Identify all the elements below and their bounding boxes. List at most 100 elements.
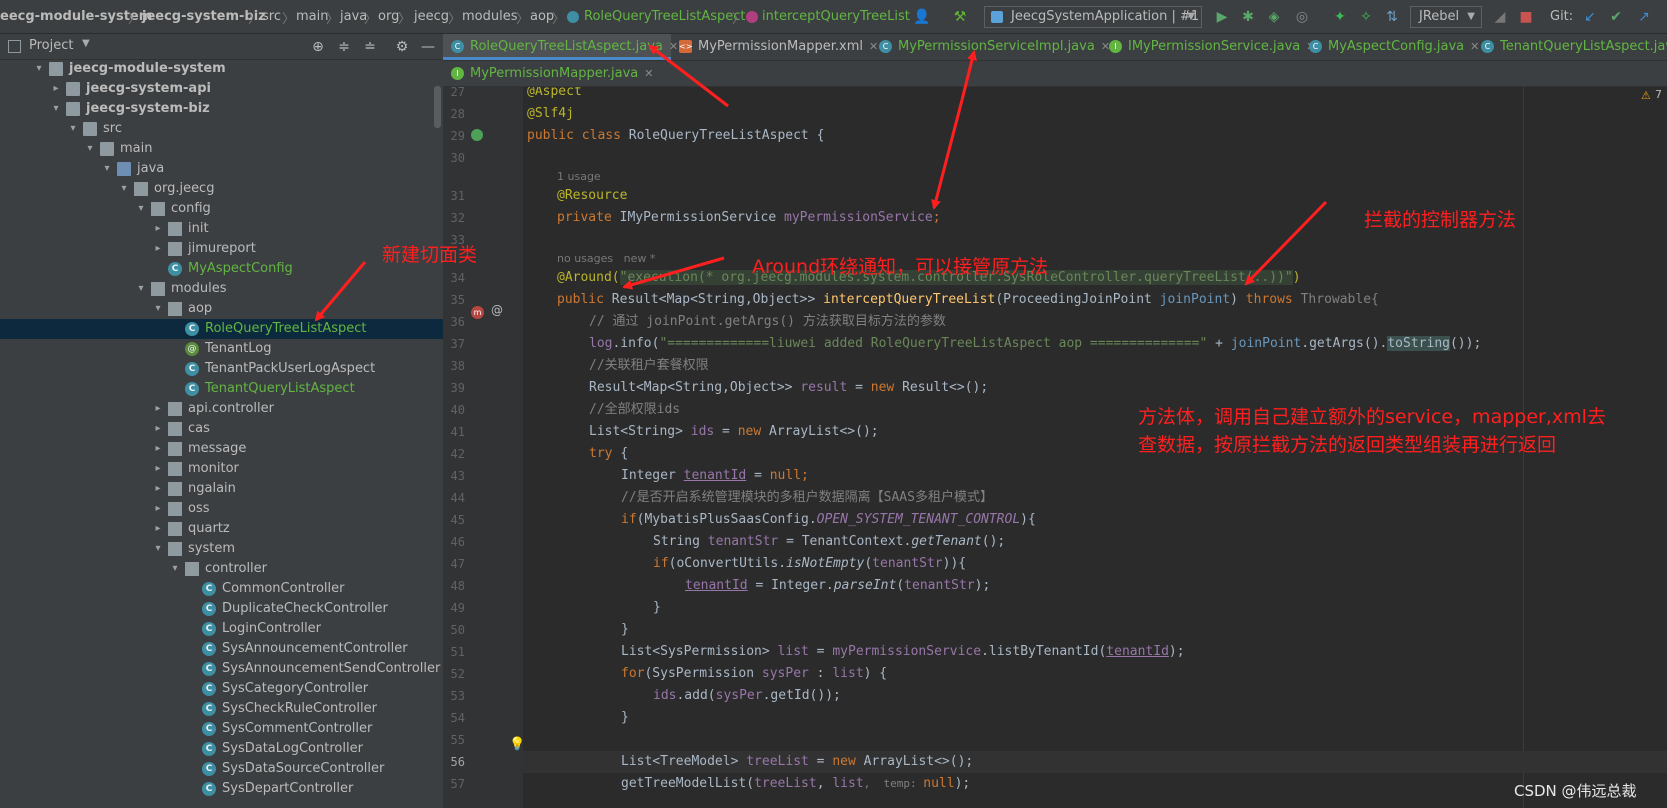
jrebel-debug-icon[interactable]: ✧ <box>1356 7 1376 27</box>
chevron-down-icon[interactable]: ▾ <box>152 299 164 319</box>
tree-item[interactable]: C TenantQueryListAspect <box>0 379 443 399</box>
chevron-down-icon[interactable]: ▾ <box>84 139 96 159</box>
tree-item[interactable]: C RoleQueryTreeListAspect <box>0 319 443 339</box>
editor-tab[interactable]: C MyAspectConfig.java ✕ <box>1301 34 1479 60</box>
collapse-all-icon[interactable]: ≐ <box>360 37 380 57</box>
project-panel-title[interactable]: Project <box>29 38 73 53</box>
tree-item[interactable]: ▸ quartz <box>0 519 443 539</box>
run-configuration-select[interactable]: JeecgSystemApplication | #1 ▼ <box>984 6 1202 28</box>
chevron-down-icon[interactable]: ▾ <box>101 159 113 179</box>
editor-tab[interactable]: C MyPermissionServiceImpl.java ✕ <box>871 34 1110 60</box>
build-hammer-icon[interactable]: ⚒ <box>950 7 970 27</box>
tree-item[interactable]: C DuplicateCheckController <box>0 599 443 619</box>
tree-item[interactable]: C MyAspectConfig <box>0 259 443 279</box>
chevron-down-icon[interactable]: ▾ <box>118 179 130 199</box>
tree-item[interactable]: ▾ modules <box>0 279 443 299</box>
tree-item[interactable]: @ TenantLog <box>0 339 443 359</box>
tree-item[interactable]: ▸ api.controller <box>0 399 443 419</box>
tree-item[interactable]: ▸ ngalain <box>0 479 443 499</box>
tree-item[interactable]: ▸ monitor <box>0 459 443 479</box>
close-icon[interactable]: ✕ <box>644 67 653 80</box>
chevron-down-icon[interactable]: ▾ <box>135 199 147 219</box>
breadcrumb-item[interactable]: RoleQueryTreeListAspect <box>584 9 746 24</box>
tree-item[interactable]: ▾ src <box>0 119 443 139</box>
chevron-right-icon[interactable]: ▸ <box>152 439 164 459</box>
annotation-gutter-icon[interactable]: @ <box>491 303 503 317</box>
jrebel-select[interactable]: JRebel ▼ <box>1410 6 1482 28</box>
tree-item[interactable]: C SysAnnouncementSendController <box>0 659 443 679</box>
tree-item[interactable]: ▾ org.jeecg <box>0 179 443 199</box>
chevron-down-icon[interactable]: ▾ <box>67 119 79 139</box>
chevron-right-icon[interactable]: ▸ <box>152 519 164 539</box>
git-push-icon[interactable]: ↗ <box>1634 7 1654 27</box>
advice-gutter-icon[interactable]: m <box>471 306 484 319</box>
chevron-down-icon[interactable]: ▾ <box>169 559 181 579</box>
editor-tab[interactable]: CTenantQueryListAspect.java✕ <box>1473 34 1667 60</box>
tree-item[interactable]: ▾ jeecg-system-biz <box>0 99 443 119</box>
breadcrumb-item[interactable]: org <box>378 9 399 24</box>
tree-item[interactable]: C SysCategoryController <box>0 679 443 699</box>
minimize-icon[interactable]: — <box>418 37 438 57</box>
tree-item[interactable]: C TenantPackUserLogAspect <box>0 359 443 379</box>
tree-item[interactable]: ▾ controller <box>0 559 443 579</box>
tree-item[interactable]: C CommonController <box>0 579 443 599</box>
chevron-right-icon[interactable]: ▸ <box>152 459 164 479</box>
tree-item[interactable]: C SysDataSourceController <box>0 759 443 779</box>
attach-debugger-icon[interactable]: ◢ <box>1490 7 1510 27</box>
chevron-right-icon[interactable]: ▸ <box>152 239 164 259</box>
editor-tab[interactable]: IIMyPermissionService.java✕ <box>1101 34 1316 60</box>
warning-icon[interactable]: ⚠ <box>1641 89 1651 102</box>
chevron-right-icon[interactable]: ▸ <box>152 419 164 439</box>
tree-item[interactable]: ▸ jimureport <box>0 239 443 259</box>
breadcrumb-item[interactable]: aop <box>530 9 554 24</box>
chevron-down-icon[interactable]: ▾ <box>152 539 164 559</box>
chevron-down-icon[interactable]: ▾ <box>50 99 62 119</box>
tree-item[interactable]: ▾ config <box>0 199 443 219</box>
editor-tab[interactable]: <> MyPermissionMapper.xml ✕ <box>671 34 878 60</box>
chevron-right-icon[interactable]: ▸ <box>152 219 164 239</box>
spring-bean-gutter-icon[interactable] <box>471 129 483 141</box>
tree-item[interactable]: C SysAnnouncementController <box>0 639 443 659</box>
tree-scrollbar[interactable] <box>434 86 441 128</box>
expand-all-icon[interactable]: ≑ <box>334 37 354 57</box>
chevron-right-icon[interactable]: ▸ <box>50 79 62 99</box>
gear-icon[interactable]: ⚙ <box>392 37 412 57</box>
chevron-down-icon[interactable]: ▾ <box>135 279 147 299</box>
tree-item[interactable]: ▸ oss <box>0 499 443 519</box>
tree-item[interactable]: ▾ jeecg-module-system <box>0 60 443 79</box>
tree-item[interactable]: ▸ cas <box>0 419 443 439</box>
chevron-right-icon[interactable]: ▸ <box>152 479 164 499</box>
breadcrumb-item[interactable]: src <box>262 9 281 24</box>
locate-file-icon[interactable]: ⊕ <box>308 37 328 57</box>
update-icon[interactable]: ⇅ <box>1382 7 1402 27</box>
tree-item[interactable]: C SysDepartController <box>0 779 443 799</box>
usage-hint[interactable]: no usages new * <box>557 251 655 267</box>
user-icon[interactable]: 👤 <box>912 7 932 27</box>
tree-item[interactable]: C SysCommentController <box>0 719 443 739</box>
tree-item[interactable]: ▾ java <box>0 159 443 179</box>
git-update-icon[interactable]: ↙ <box>1580 7 1600 27</box>
git-commit-icon[interactable]: ✔ <box>1606 7 1626 27</box>
usage-hint[interactable]: 1 usage <box>557 169 601 185</box>
stop-icon[interactable]: ■ <box>1516 7 1536 27</box>
tree-item[interactable]: ▾ system <box>0 539 443 559</box>
tree-item[interactable]: ▸ message <box>0 439 443 459</box>
tree-item[interactable]: ▾ aop <box>0 299 443 319</box>
run-icon[interactable]: ▶ <box>1212 7 1232 27</box>
tree-item[interactable]: ▾ main <box>0 139 443 159</box>
tree-item[interactable]: ▸ init <box>0 219 443 239</box>
tree-item[interactable]: C LoginController <box>0 619 443 639</box>
debug-icon[interactable]: ✱ <box>1238 7 1258 27</box>
editor-tab[interactable]: C RoleQueryTreeListAspect.java ✕ <box>443 34 678 60</box>
coverage-icon[interactable]: ◈ <box>1264 7 1284 27</box>
profiler-icon[interactable]: ◎ <box>1292 7 1312 27</box>
tree-item[interactable]: C SysCheckRuleController <box>0 699 443 719</box>
chevron-right-icon[interactable]: ▸ <box>152 399 164 419</box>
tree-item[interactable]: ▸ jeecg-system-api <box>0 79 443 99</box>
tree-item[interactable]: C SysDataLogController <box>0 739 443 759</box>
breadcrumb-item[interactable]: interceptQueryTreeList <box>762 9 910 24</box>
chevron-down-icon[interactable]: ▾ <box>33 60 45 79</box>
breadcrumb-item[interactable]: main <box>296 9 328 24</box>
editor-tab[interactable]: I MyPermissionMapper.java ✕ <box>443 61 653 87</box>
chevron-down-icon[interactable]: ▼ <box>82 38 90 49</box>
